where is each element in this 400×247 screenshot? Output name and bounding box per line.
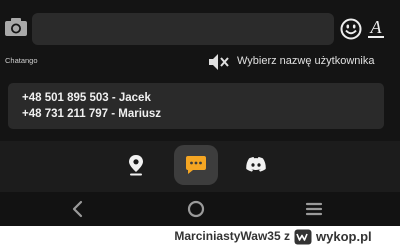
mute-icon[interactable]: [208, 53, 230, 71]
wykop-logo: wykop.pl: [294, 229, 396, 245]
pinned-message: +48 501 895 503 - Jacek +48 731 211 797 …: [8, 83, 384, 129]
back-icon[interactable]: [66, 198, 90, 220]
camera-icon[interactable]: [4, 17, 28, 37]
choose-username-link[interactable]: Wybierz nazwę użytkownika: [237, 55, 374, 67]
wykop-logo-icon: [294, 229, 312, 245]
message-input[interactable]: [32, 13, 334, 45]
nav-location-button[interactable]: [114, 145, 158, 185]
pinned-line-2: +48 731 211 797 - Mariusz: [22, 108, 162, 120]
nav-chat-button[interactable]: [174, 145, 218, 185]
watermark-user: MarciniastyWaw35 z: [174, 229, 290, 243]
chat-panel: A Chatango Wybierz nazwę użytkownika +48…: [0, 0, 400, 141]
home-icon[interactable]: [184, 198, 208, 220]
pinned-line-1: +48 501 895 503 - Jacek: [22, 92, 151, 104]
chatango-brand-label[interactable]: Chatango: [5, 56, 38, 65]
text-format-button[interactable]: A: [368, 15, 384, 39]
discord-icon: [246, 157, 266, 172]
nav-discord-button[interactable]: [234, 145, 278, 185]
recent-apps-icon[interactable]: [302, 198, 326, 220]
location-pin-icon: [129, 155, 143, 176]
emoji-icon[interactable]: [340, 18, 362, 40]
system-nav-bar: [0, 192, 400, 226]
chat-bubble-icon: [186, 156, 206, 174]
app-bottom-nav: [0, 141, 400, 192]
watermark-bar: MarciniastyWaw35 z wykop.pl: [0, 226, 400, 247]
